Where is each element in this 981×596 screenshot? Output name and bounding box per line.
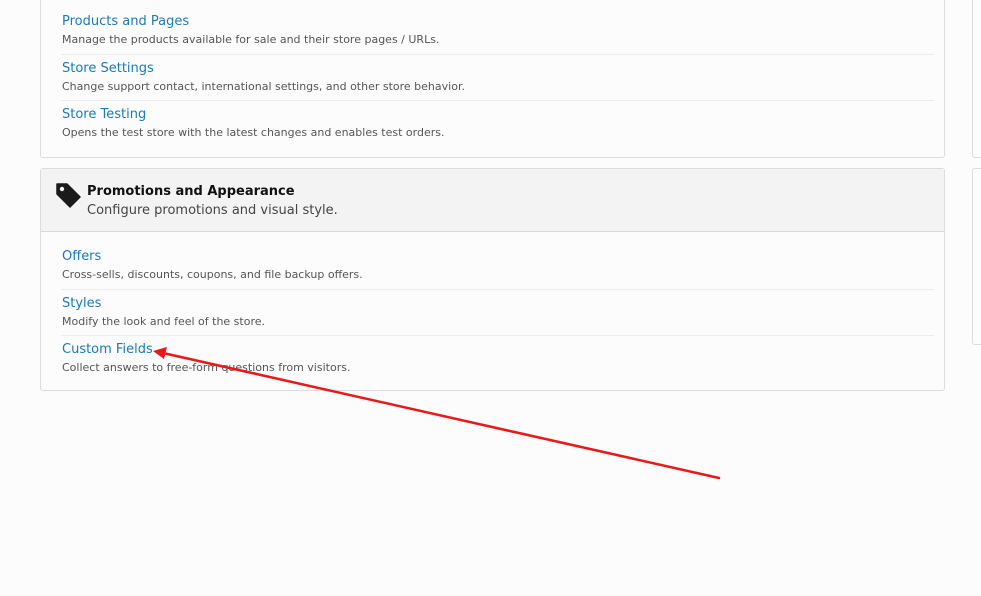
page: Products and Pages Manage the products a… bbox=[0, 0, 981, 596]
offers-link[interactable]: Offers bbox=[62, 249, 101, 264]
store-settings-description: Change support contact, international se… bbox=[62, 79, 465, 93]
store-testing-description: Opens the test store with the latest cha… bbox=[62, 126, 445, 139]
styles-description: Modify the look and feel of the store. bbox=[62, 314, 265, 328]
custom-fields-description: Collect answers to free-form questions f… bbox=[62, 361, 351, 374]
custom-fields-link[interactable]: Custom Fields bbox=[62, 342, 153, 357]
offers-description: Cross-sells, discounts, coupons, and fil… bbox=[62, 268, 363, 281]
products-and-pages-description: Manage the products available for sale a… bbox=[62, 33, 440, 46]
styles-link[interactable]: Styles bbox=[62, 296, 101, 311]
store-settings-link[interactable]: Store Settings bbox=[62, 61, 154, 76]
list-item-custom-fields: Custom Fields Collect answers to free-fo… bbox=[61, 336, 934, 383]
promotions-subtitle: Configure promotions and visual style. bbox=[87, 203, 338, 218]
promotions-title: Promotions and Appearance bbox=[87, 184, 295, 199]
right-column-panel-bottom bbox=[972, 168, 981, 345]
store-panel: Products and Pages Manage the products a… bbox=[40, 0, 945, 158]
promotions-panel-header: Promotions and Appearance Configure prom… bbox=[41, 169, 944, 232]
store-testing-link[interactable]: Store Testing bbox=[62, 107, 146, 122]
list-item-store-settings: Store Settings Change support contact, i… bbox=[61, 55, 934, 101]
promotions-panel: Promotions and Appearance Configure prom… bbox=[40, 168, 945, 391]
store-link-list: Products and Pages Manage the products a… bbox=[61, 8, 934, 148]
list-item-offers: Offers Cross-sells, discounts, coupons, … bbox=[61, 243, 934, 290]
list-item-styles: Styles Modify the look and feel of the s… bbox=[61, 290, 934, 336]
list-item-products-and-pages: Products and Pages Manage the products a… bbox=[61, 8, 934, 55]
right-column-panel-top bbox=[972, 0, 981, 158]
products-and-pages-link[interactable]: Products and Pages bbox=[62, 14, 189, 29]
promotions-link-list: Offers Cross-sells, discounts, coupons, … bbox=[61, 243, 934, 383]
list-item-store-testing: Store Testing Opens the test store with … bbox=[61, 101, 934, 148]
tag-icon bbox=[56, 183, 81, 208]
